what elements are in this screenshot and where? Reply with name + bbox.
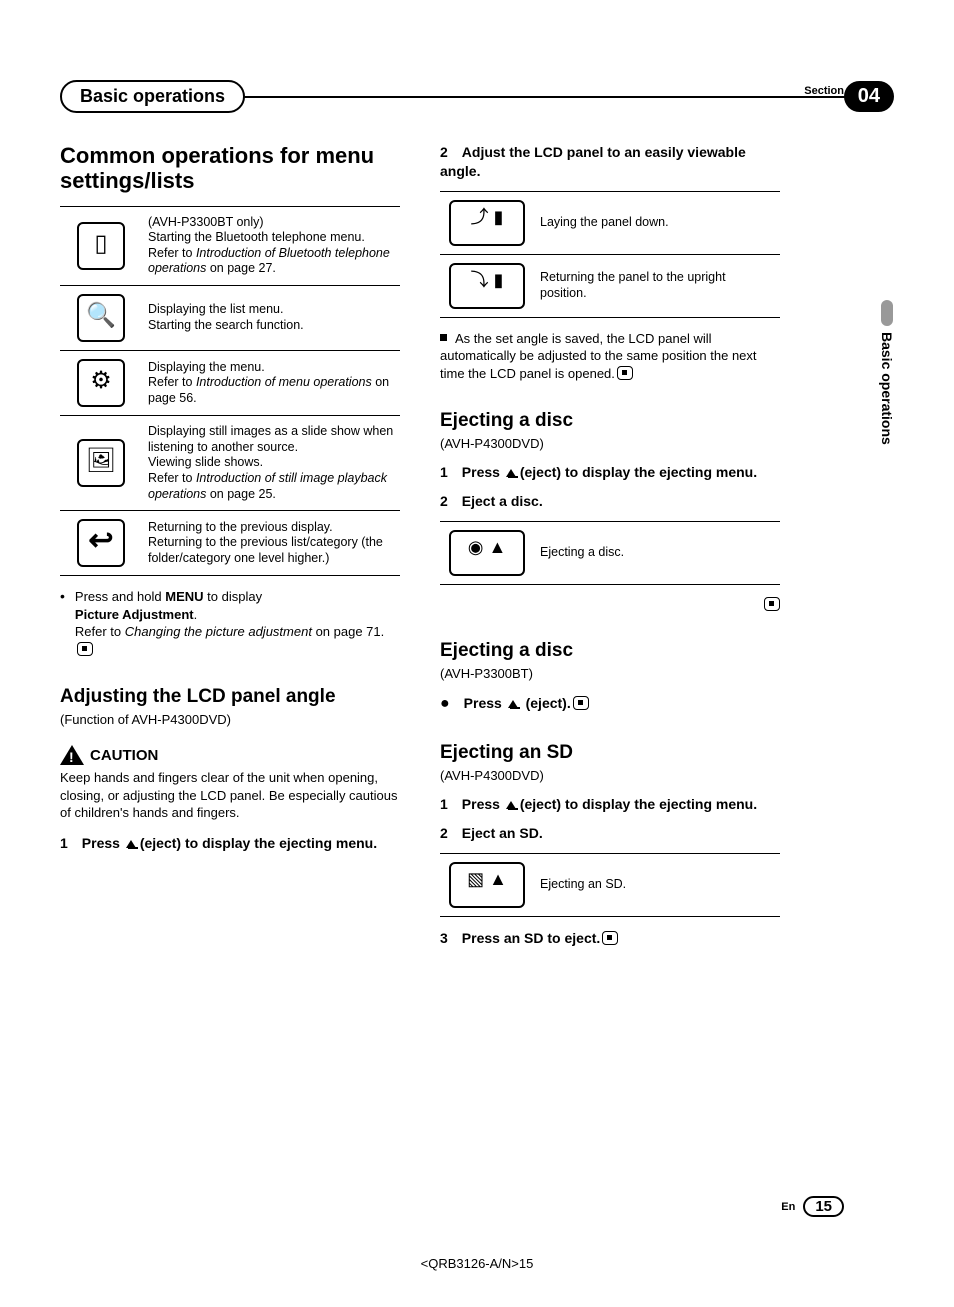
row-text: Laying the panel down. — [534, 191, 780, 254]
step-2: 2Eject an SD. — [440, 824, 780, 843]
slideshow-icon: 🖼 — [77, 439, 125, 487]
section-number-badge: 04 — [844, 81, 894, 112]
step-1: 1Press (eject) to display the ejecting m… — [440, 795, 780, 814]
panel-down-icon: ⤴ ▮ — [449, 200, 525, 246]
operations-table: ▯ (AVH-P3300BT only) Starting the Blueto… — [60, 206, 400, 577]
end-mark-icon — [617, 366, 633, 380]
caution-text: Keep hands and fingers clear of the unit… — [60, 769, 400, 822]
row-text: Returning the panel to the upright posit… — [534, 254, 780, 317]
row-text: (AVH-P3300BT only) Starting the Bluetoot… — [142, 206, 400, 286]
header-rule — [244, 96, 846, 98]
phone-icon: ▯ — [77, 222, 125, 270]
right-column: 2Adjust the LCD panel to an easily viewa… — [440, 143, 780, 958]
footer-page-number: 15 — [803, 1196, 844, 1217]
angle-note: As the set angle is saved, the LCD panel… — [440, 330, 780, 383]
common-operations-heading: Common operations for menu settings/list… — [60, 143, 400, 194]
step-3: 3Press an SD to eject. — [440, 929, 780, 948]
side-tab-cap-icon — [881, 300, 893, 326]
return-icon: ↩ — [77, 519, 125, 567]
step-2: 2Adjust the LCD panel to an easily viewa… — [440, 143, 780, 181]
lcd-angle-heading: Adjusting the LCD panel angle — [60, 686, 400, 708]
model-note: (AVH-P4300DVD) — [440, 768, 780, 783]
ejecting-disc-heading-1: Ejecting a disc — [440, 410, 780, 432]
row-text: Displaying the list menu. Starting the s… — [142, 286, 400, 351]
table-row: ◉ ▲ Ejecting a disc. — [440, 522, 780, 585]
panel-up-icon: ⤵ ▮ — [449, 263, 525, 309]
page: Section Basic operations 04 Basic operat… — [0, 0, 954, 1307]
section-label: Section — [804, 85, 844, 97]
table-row: ↩ Returning to the previous display. Ret… — [60, 511, 400, 576]
caution-triangle-icon — [60, 745, 84, 765]
header-bar: Basic operations 04 — [60, 80, 894, 113]
caution-heading: CAUTION — [60, 745, 400, 765]
ejecting-sd-heading: Ejecting an SD — [440, 742, 780, 764]
table-row: ⚙ Displaying the menu. Refer to Introduc… — [60, 351, 400, 416]
step-1: 1Press (eject) to display the ejecting m… — [440, 463, 780, 482]
menu-icon: ⚙ — [77, 359, 125, 407]
table-row: ▯ (AVH-P3300BT only) Starting the Blueto… — [60, 206, 400, 286]
model-note: (AVH-P4300DVD) — [440, 436, 780, 451]
disc-eject-icon: ◉ ▲ — [449, 530, 525, 576]
square-bullet-icon — [440, 334, 447, 341]
footer-lang: En — [781, 1201, 795, 1213]
table-row: 🔍 Displaying the list menu. Starting the… — [60, 286, 400, 351]
search-icon: 🔍 — [77, 294, 125, 342]
eject-sd-table: ▧ ▲ Ejecting an SD. — [440, 853, 780, 917]
angle-table: ⤴ ▮ Laying the panel down. ⤵ ▮ Returning… — [440, 191, 780, 318]
row-text: Ejecting an SD. — [534, 854, 780, 917]
row-text: Displaying the menu. Refer to Introducti… — [142, 351, 400, 416]
menu-hold-note: • Press and hold MENU to display Picture… — [60, 588, 400, 658]
page-footer: En 15 — [781, 1196, 844, 1217]
table-row: ▧ ▲ Ejecting an SD. — [440, 854, 780, 917]
row-text: Displaying still images as a slide show … — [142, 416, 400, 511]
row-text: Returning to the previous display. Retur… — [142, 511, 400, 576]
sd-eject-icon: ▧ ▲ — [449, 862, 525, 908]
side-tab: Basic operations — [876, 300, 898, 445]
ejecting-disc-heading-2: Ejecting a disc — [440, 640, 780, 662]
table-row: ⤵ ▮ Returning the panel to the upright p… — [440, 254, 780, 317]
model-note: (AVH-P3300BT) — [440, 666, 780, 681]
two-column-layout: Common operations for menu settings/list… — [60, 143, 894, 958]
step-2: 2Eject a disc. — [440, 492, 780, 511]
end-mark-icon — [764, 597, 780, 611]
caution-label: CAUTION — [90, 747, 158, 764]
section-end — [440, 597, 780, 612]
end-mark-icon — [573, 696, 589, 710]
row-text: Ejecting a disc. — [534, 522, 780, 585]
document-code: <QRB3126-A/N>15 — [0, 1256, 954, 1271]
side-tab-text: Basic operations — [879, 332, 895, 445]
step-1: 1Press (eject) to display the ejecting m… — [60, 834, 400, 853]
table-row: 🖼 Displaying still images as a slide sho… — [60, 416, 400, 511]
bullet-icon: • — [60, 588, 65, 658]
model-note: (Function of AVH-P4300DVD) — [60, 712, 400, 727]
eject-bullet: ●Press (eject). — [440, 693, 780, 715]
header-title: Basic operations — [60, 80, 245, 113]
end-mark-icon — [77, 642, 93, 656]
eject-disc-table: ◉ ▲ Ejecting a disc. — [440, 521, 780, 585]
table-row: ⤴ ▮ Laying the panel down. — [440, 191, 780, 254]
end-mark-icon — [602, 931, 618, 945]
left-column: Common operations for menu settings/list… — [60, 143, 400, 958]
